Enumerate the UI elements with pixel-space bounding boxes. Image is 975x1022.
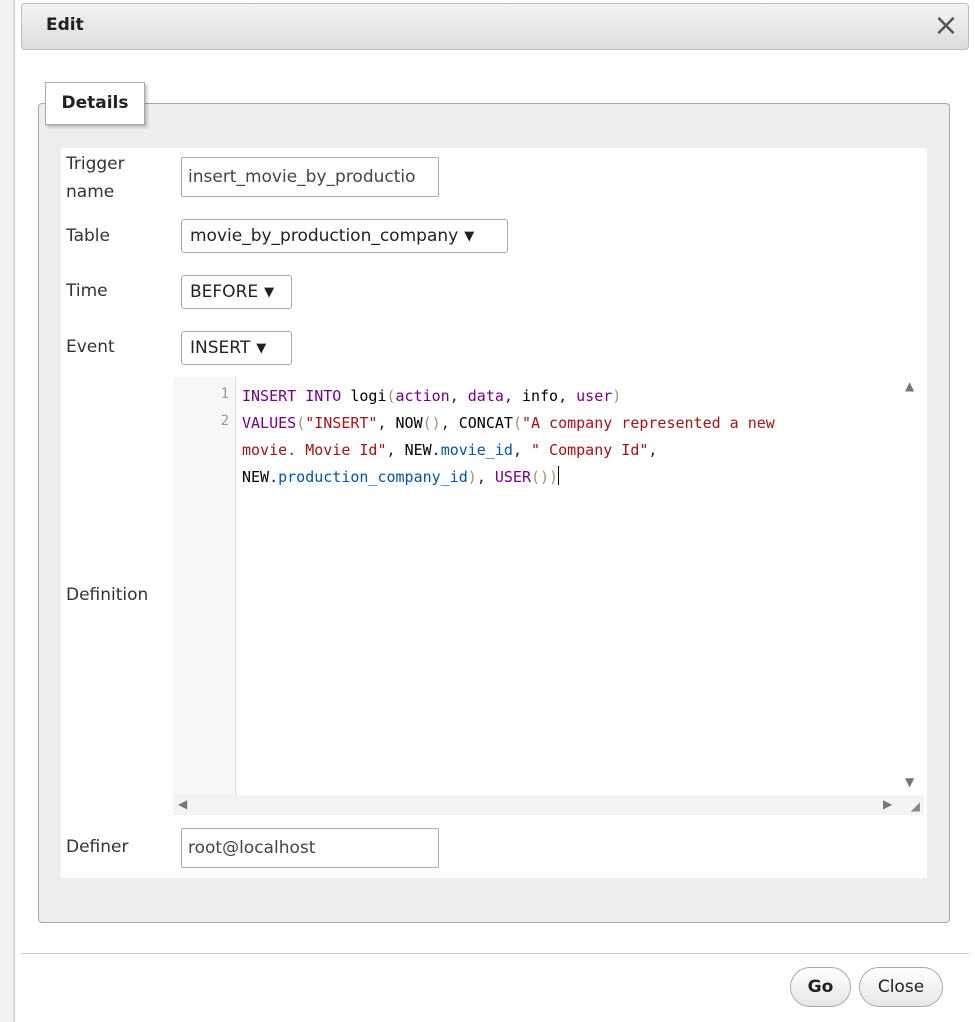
code-token: user	[576, 387, 613, 405]
line-number-gutter: 1 2	[173, 377, 236, 795]
definer-label: Definer	[66, 837, 129, 857]
table-select[interactable]: movie_by_production_company ▼	[181, 219, 508, 253]
time-select-value: BEFORE	[190, 282, 259, 302]
scroll-left-icon[interactable]: ◀	[178, 797, 187, 811]
close-button[interactable]: Close	[859, 967, 943, 1007]
definition-code-editor[interactable]: 1 2 INSERT INTO logi(action, data, info,…	[173, 377, 924, 815]
code-token: INSERT INTO	[242, 387, 342, 405]
definer-input[interactable]: root@localhost	[181, 828, 439, 868]
close-icon[interactable]: ×	[932, 11, 960, 41]
table-select-value: movie_by_production_company	[190, 226, 459, 246]
event-select[interactable]: INSERT ▼	[181, 331, 292, 365]
code-token: "A company represented a new	[521, 414, 775, 432]
table-label: Table	[66, 226, 110, 246]
event-select-value: INSERT	[190, 338, 251, 358]
edit-trigger-dialog: Edit × Details Trigger name insert_movie…	[14, 0, 975, 1022]
scroll-right-icon[interactable]: ▶	[883, 797, 892, 811]
horizontal-scrollbar[interactable]: ◀ ▶ ◢	[173, 795, 924, 815]
trigger-name-label: Trigger name	[66, 154, 125, 202]
code-token: data	[467, 387, 504, 405]
time-select[interactable]: BEFORE ▼	[181, 275, 292, 309]
code-token: logi	[350, 387, 387, 405]
code-token: USER	[494, 468, 531, 486]
chevron-down-icon: ▼	[256, 341, 267, 356]
code-token: "INSERT"	[305, 414, 378, 432]
code-token: movie_id	[440, 441, 513, 459]
line-number: 1	[220, 386, 229, 402]
chevron-down-icon: ▼	[264, 285, 275, 300]
code-token: NOW	[395, 414, 423, 432]
background-page-edge	[0, 0, 14, 1022]
scroll-up-icon[interactable]: ▲	[905, 379, 914, 393]
details-tab[interactable]: Details	[45, 82, 145, 125]
time-label: Time	[66, 281, 108, 301]
resize-handle-icon[interactable]: ◢	[911, 799, 920, 813]
code-token: production_company_id	[278, 468, 468, 486]
go-button[interactable]: Go	[790, 967, 851, 1007]
text-cursor	[558, 466, 560, 485]
footer-divider	[21, 953, 969, 954]
vertical-scrollbar[interactable]: ▲ ▼	[900, 377, 924, 795]
code-token: CONCAT	[458, 414, 513, 432]
line-number: 2	[220, 413, 229, 429]
code-token: info	[521, 387, 559, 405]
trigger-name-input[interactable]: insert_movie_by_productio	[181, 157, 439, 197]
code-token: VALUES	[242, 414, 297, 432]
code-token: NEW	[242, 468, 270, 486]
code-token: " Company Id"	[531, 441, 649, 459]
code-token: movie. Movie Id"	[242, 441, 387, 459]
chevron-down-icon: ▼	[464, 229, 475, 244]
dialog-titlebar: Edit ×	[21, 3, 969, 50]
code-token: NEW	[404, 441, 432, 459]
dialog-title: Edit	[46, 15, 84, 35]
trigger-form: Trigger name insert_movie_by_productio T…	[61, 148, 927, 878]
event-label: Event	[66, 337, 115, 357]
scroll-down-icon[interactable]: ▼	[905, 775, 914, 789]
definition-label: Definition	[66, 585, 149, 605]
code-content[interactable]: INSERT INTO logi(action, data, info, use…	[242, 383, 892, 491]
code-token: action	[395, 387, 450, 405]
